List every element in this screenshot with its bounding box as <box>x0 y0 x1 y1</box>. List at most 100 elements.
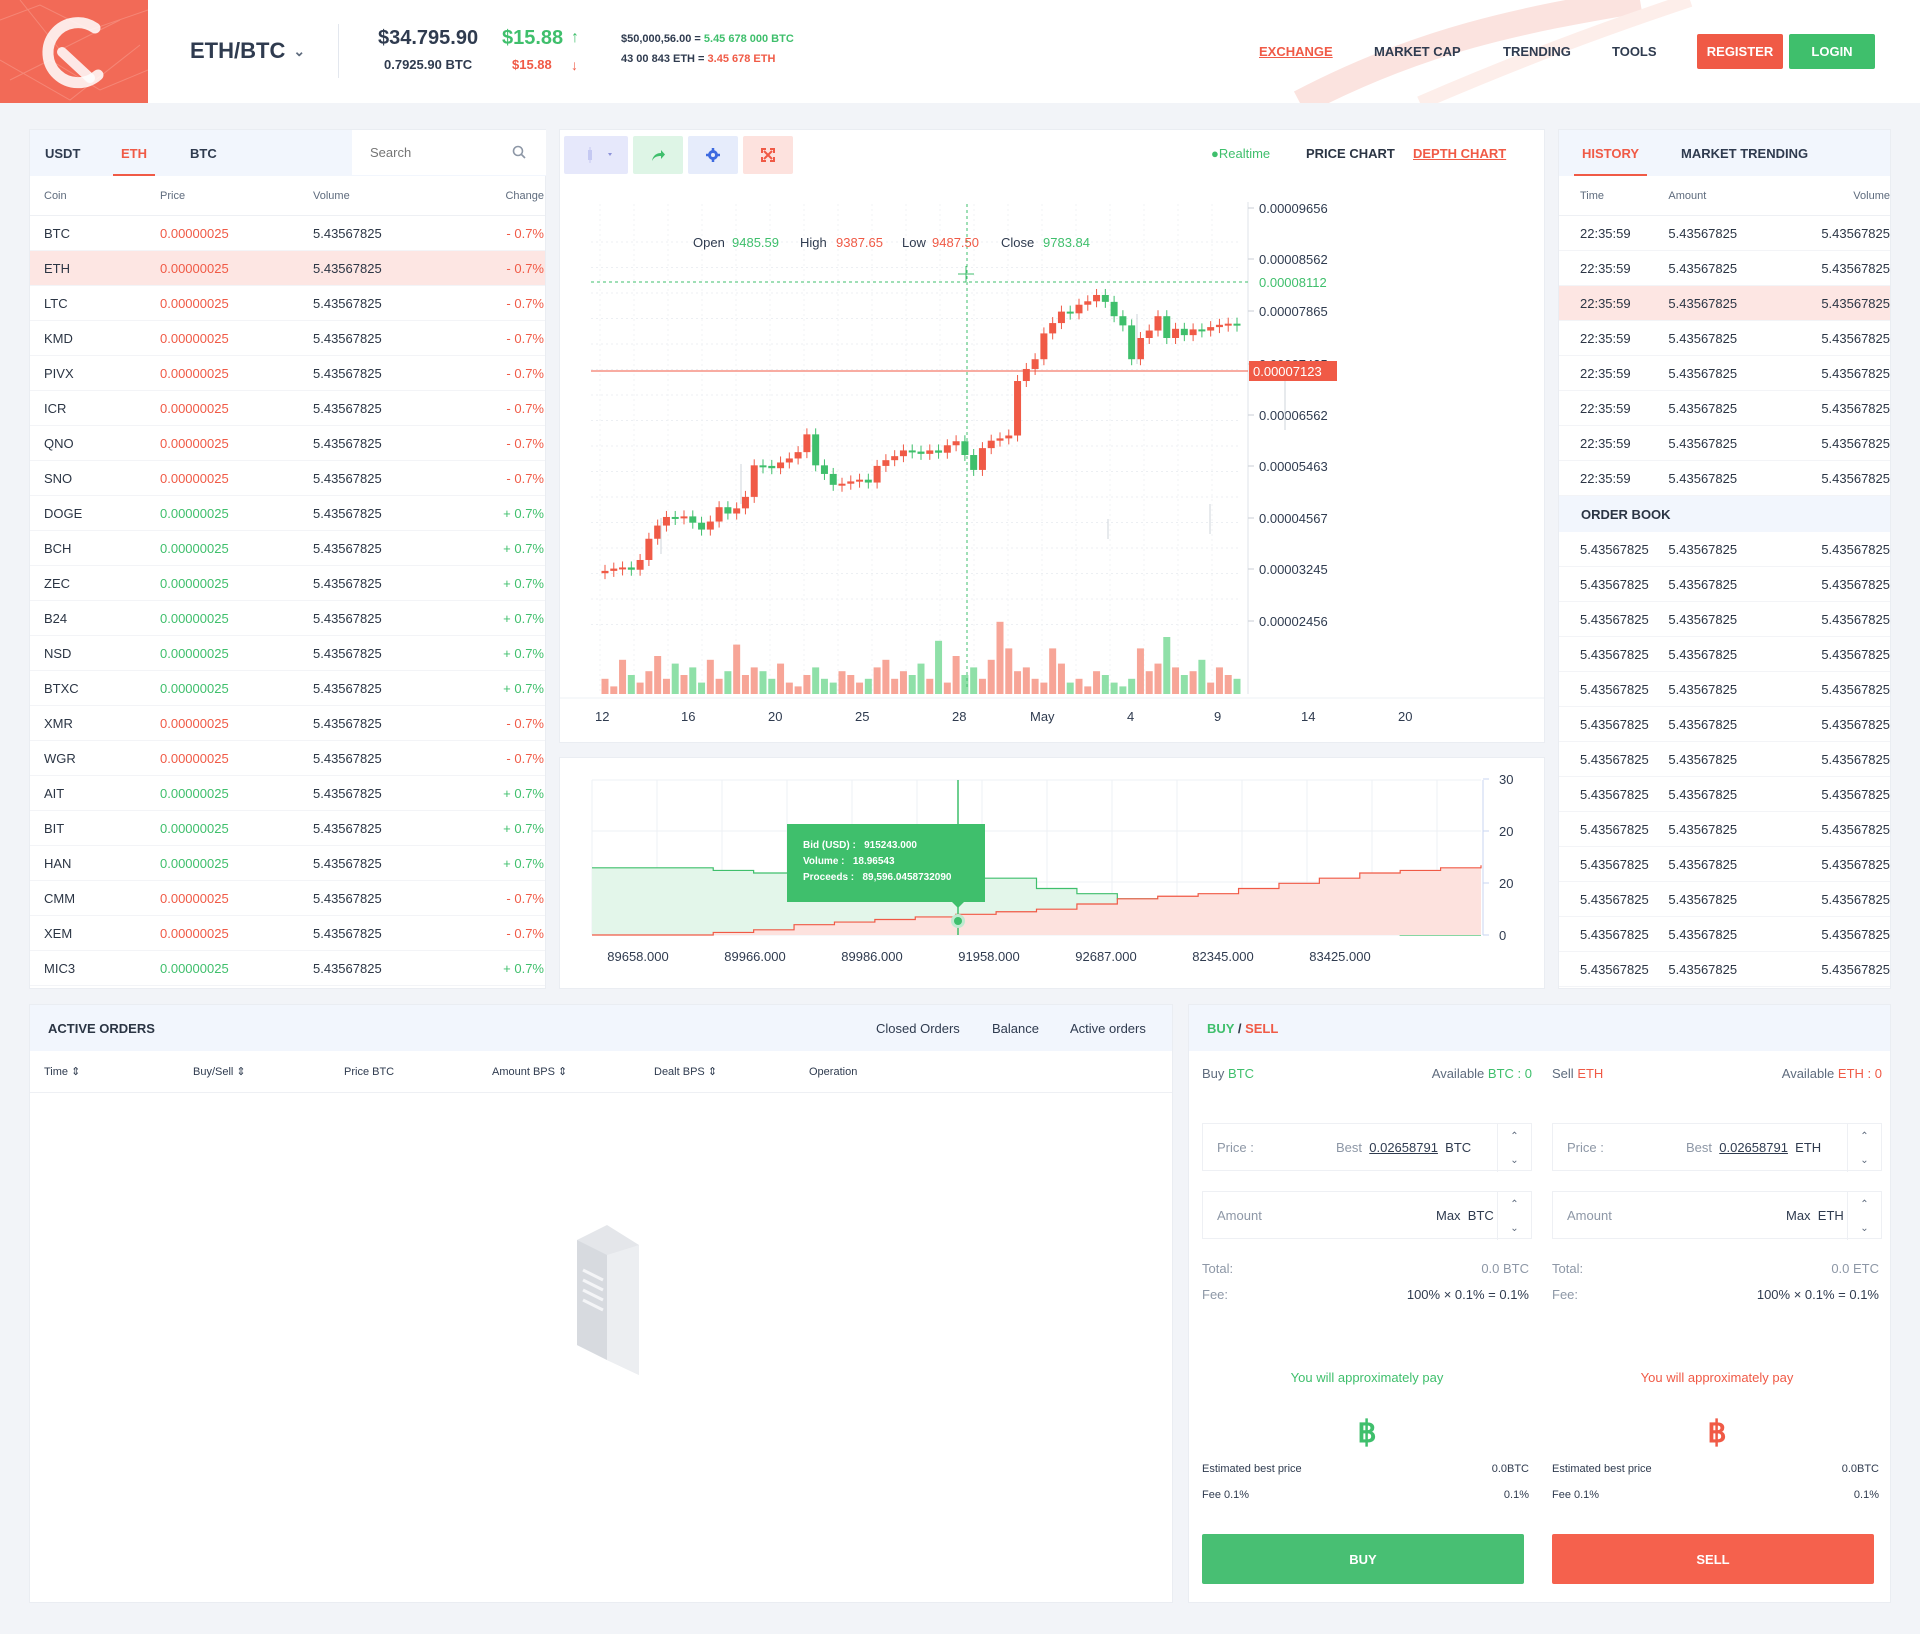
tab-active-orders[interactable]: Active orders <box>1070 1021 1146 1036</box>
tab-closed-orders[interactable]: Closed Orders <box>876 1021 960 1036</box>
market-row[interactable]: HAN 0.00000025 5.43567825 + 0.7% <box>30 846 545 881</box>
coin-change: + 0.7% <box>503 820 544 836</box>
fullscreen-button[interactable] <box>743 136 793 174</box>
orderbook-row[interactable]: 5.43567825 5.43567825 5.43567825 <box>1559 707 1890 742</box>
x-tick-label: 9 <box>1214 709 1221 724</box>
col-amount-bps[interactable]: Amount BPS ⇕ <box>492 1065 567 1078</box>
market-row[interactable]: ETH 0.00000025 5.43567825 - 0.7% <box>30 251 545 286</box>
volume-bar <box>996 621 1004 694</box>
realtime-indicator[interactable]: ●Realtime <box>1211 146 1270 161</box>
price-stepper[interactable]: ⌃ ⌄ <box>1497 1124 1531 1172</box>
buy-button[interactable]: BUY <box>1202 1534 1524 1584</box>
volume-bar <box>759 671 767 694</box>
nav-market-cap[interactable]: MARKET CAP <box>1374 44 1461 59</box>
market-row[interactable]: PIVX 0.00000025 5.43567825 - 0.7% <box>30 356 545 391</box>
market-row[interactable]: SNO 0.00000025 5.43567825 - 0.7% <box>30 461 545 496</box>
volume-bar <box>1198 659 1206 694</box>
market-row[interactable]: B24 0.00000025 5.43567825 + 0.7% <box>30 601 545 636</box>
nav-tools[interactable]: TOOLS <box>1612 44 1657 59</box>
pair-selector[interactable]: ETH/BTC ⌄ <box>190 38 305 64</box>
coin-volume: 5.43567825 <box>313 470 382 486</box>
amount-stepper[interactable]: ⌃ ⌄ <box>1847 1192 1881 1240</box>
settings-button[interactable] <box>688 136 738 174</box>
tab-price-chart[interactable]: PRICE CHART <box>1306 146 1395 161</box>
orderbook-row[interactable]: 5.43567825 5.43567825 5.43567825 <box>1559 917 1890 952</box>
orderbook-row[interactable]: 5.43567825 5.43567825 5.43567825 <box>1559 882 1890 917</box>
history-row[interactable]: 22:35:59 5.43567825 5.43567825 <box>1559 321 1890 356</box>
sell-amount-field[interactable]: Amount Max ETH ⌃ ⌄ <box>1552 1191 1882 1240</box>
tab-history[interactable]: HISTORY <box>1573 130 1648 176</box>
tab-btc[interactable]: BTC <box>190 130 217 176</box>
market-row[interactable]: MIC3 0.00000025 5.43567825 + 0.7% <box>30 951 545 986</box>
volume-bar <box>1180 675 1188 694</box>
volume-bar <box>715 678 723 694</box>
candlestick-chart[interactable]: 0.000096560.000085620.000078650.00007435… <box>560 174 1544 744</box>
market-row[interactable]: ZEC 0.00000025 5.43567825 + 0.7% <box>30 566 545 601</box>
sell-price-field[interactable]: Price : Best 0.02658791 ETH ⌃ ⌄ <box>1552 1123 1882 1172</box>
sell-approx-text: You will approximately pay <box>1640 1370 1794 1385</box>
sort-icon: ⇕ <box>71 1066 81 1078</box>
history-row[interactable]: 22:35:59 5.43567825 5.43567825 <box>1559 216 1890 251</box>
orderbook-row[interactable]: 5.43567825 5.43567825 5.43567825 <box>1559 847 1890 882</box>
orderbook-cell: 5.43567825 <box>1580 926 1649 942</box>
buy-amount-field[interactable]: Amount Max BTC ⌃ ⌄ <box>1202 1191 1532 1240</box>
buy-price-field[interactable]: Price : Best 0.02658791 BTC ⌃ ⌄ <box>1202 1123 1532 1172</box>
market-row[interactable]: LTC 0.00000025 5.43567825 - 0.7% <box>30 286 545 321</box>
orderbook-row[interactable]: 5.43567825 5.43567825 5.43567825 <box>1559 532 1890 567</box>
market-row[interactable]: BTXC 0.00000025 5.43567825 + 0.7% <box>30 671 545 706</box>
sell-button[interactable]: SELL <box>1552 1534 1874 1584</box>
register-button[interactable]: REGISTER <box>1697 34 1783 69</box>
market-row[interactable]: QNO 0.00000025 5.43567825 - 0.7% <box>30 426 545 461</box>
orderbook-row[interactable]: 5.43567825 5.43567825 5.43567825 <box>1559 952 1890 987</box>
coin-change: - 0.7% <box>506 470 544 486</box>
orderbook-row[interactable]: 5.43567825 5.43567825 5.43567825 <box>1559 777 1890 812</box>
orderbook-row[interactable]: 5.43567825 5.43567825 5.43567825 <box>1559 637 1890 672</box>
orderbook-row[interactable]: 5.43567825 5.43567825 5.43567825 <box>1559 812 1890 847</box>
tab-eth[interactable]: ETH <box>113 130 155 176</box>
market-row[interactable]: WGR 0.00000025 5.43567825 - 0.7% <box>30 741 545 776</box>
col-buy-sell[interactable]: Buy/Sell ⇕ <box>193 1065 246 1078</box>
market-row[interactable]: BTC 0.00000025 5.43567825 - 0.7% <box>30 216 545 251</box>
volume-bar <box>733 644 741 694</box>
orderbook-row[interactable]: 5.43567825 5.43567825 5.43567825 <box>1559 602 1890 637</box>
pair-label: ETH/BTC <box>190 38 286 63</box>
tab-market-trending[interactable]: MARKET TRENDING <box>1681 130 1808 176</box>
depth-chart[interactable]: 30 20 20 0 89658.000 89966.000 89986.000 91958.… <box>560 758 1544 988</box>
nav-exchange[interactable]: EXCHANGE <box>1259 44 1333 59</box>
brand-logo[interactable] <box>0 0 148 103</box>
history-row[interactable]: 22:35:59 5.43567825 5.43567825 <box>1559 251 1890 286</box>
market-row[interactable]: DOGE 0.00000025 5.43567825 + 0.7% <box>30 496 545 531</box>
market-row[interactable]: NSD 0.00000025 5.43567825 + 0.7% <box>30 636 545 671</box>
history-row[interactable]: 22:35:59 5.43567825 5.43567825 <box>1559 356 1890 391</box>
trade-time: 22:35:59 <box>1580 400 1631 416</box>
nav-trending[interactable]: TRENDING <box>1503 44 1571 59</box>
tab-usdt[interactable]: USDT <box>45 130 80 176</box>
history-row[interactable]: 22:35:59 5.43567825 5.43567825 <box>1559 426 1890 461</box>
login-button[interactable]: LOGIN <box>1789 34 1875 69</box>
col-time[interactable]: Time ⇕ <box>44 1065 80 1078</box>
tab-balance[interactable]: Balance <box>992 1021 1039 1036</box>
col-dealt-bps[interactable]: Dealt BPS ⇕ <box>654 1065 717 1078</box>
volume-bar <box>689 667 697 694</box>
amount-stepper[interactable]: ⌃ ⌄ <box>1497 1192 1531 1240</box>
history-row[interactable]: 22:35:59 5.43567825 5.43567825 <box>1559 461 1890 496</box>
market-row[interactable]: XMR 0.00000025 5.43567825 - 0.7% <box>30 706 545 741</box>
orderbook-row[interactable]: 5.43567825 5.43567825 5.43567825 <box>1559 742 1890 777</box>
market-row[interactable]: AIT 0.00000025 5.43567825 + 0.7% <box>30 776 545 811</box>
orderbook-row[interactable]: 5.43567825 5.43567825 5.43567825 <box>1559 567 1890 602</box>
market-row[interactable]: BIT 0.00000025 5.43567825 + 0.7% <box>30 811 545 846</box>
crosshair-value: 0.00008112 <box>1259 275 1327 290</box>
market-row[interactable]: KMD 0.00000025 5.43567825 - 0.7% <box>30 321 545 356</box>
market-row[interactable]: XEM 0.00000025 5.43567825 - 0.7% <box>30 916 545 951</box>
tab-depth-chart[interactable]: DEPTH CHART <box>1413 146 1506 161</box>
history-row[interactable]: 22:35:59 5.43567825 5.43567825 <box>1559 391 1890 426</box>
history-row[interactable]: 22:35:59 5.43567825 5.43567825 <box>1559 286 1890 321</box>
coin-change: + 0.7% <box>503 855 544 871</box>
orderbook-row[interactable]: 5.43567825 5.43567825 5.43567825 <box>1559 672 1890 707</box>
market-row[interactable]: CMM 0.00000025 5.43567825 - 0.7% <box>30 881 545 916</box>
price-stepper[interactable]: ⌃ ⌄ <box>1847 1124 1881 1172</box>
market-row[interactable]: ICR 0.00000025 5.43567825 - 0.7% <box>30 391 545 426</box>
market-row[interactable]: BCH 0.00000025 5.43567825 + 0.7% <box>30 531 545 566</box>
chart-type-button[interactable] <box>564 136 628 174</box>
share-button[interactable] <box>633 136 683 174</box>
